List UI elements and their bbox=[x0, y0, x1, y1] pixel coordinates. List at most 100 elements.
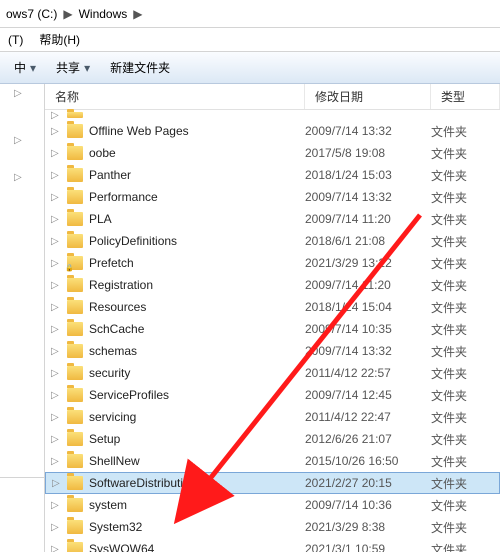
tree-expand-icon[interactable]: ▷ bbox=[51, 412, 59, 423]
file-type: 文件夹 bbox=[431, 255, 500, 272]
file-type: 文件夹 bbox=[431, 541, 500, 552]
table-row[interactable]: ▷oobe2017/5/8 19:08文件夹 bbox=[45, 142, 500, 164]
table-row[interactable]: ▷PLA2009/7/14 11:20文件夹 bbox=[45, 208, 500, 230]
tree-expand-icon[interactable]: ▷ bbox=[51, 390, 59, 401]
table-row[interactable]: ▷ PolicyDefinitions2018/6/1 21:08文件夹 bbox=[45, 230, 500, 252]
chevron-down-icon: ▾ bbox=[30, 61, 36, 75]
table-row[interactable]: ▷ bbox=[45, 110, 500, 120]
file-name: Resources bbox=[89, 300, 305, 314]
file-type: 文件夹 bbox=[431, 277, 500, 294]
menu-tools[interactable]: (T) bbox=[0, 33, 31, 47]
file-date: 2015/10/26 16:50 bbox=[305, 454, 431, 468]
file-name: PolicyDefinitions bbox=[89, 234, 305, 248]
tree-expand-icon[interactable]: ▷ bbox=[51, 544, 59, 552]
file-date: 2018/6/1 21:08 bbox=[305, 234, 431, 248]
table-row[interactable]: ▷ShellNew2015/10/26 16:50文件夹 bbox=[45, 450, 500, 472]
column-name[interactable]: 名称 bbox=[45, 84, 305, 109]
folder-icon bbox=[67, 168, 83, 182]
tree-expand-icon[interactable]: ▷ bbox=[0, 135, 44, 146]
file-type: 文件夹 bbox=[431, 233, 500, 250]
table-row[interactable]: ▷Registration2009/7/14 11:20文件夹 bbox=[45, 274, 500, 296]
file-date: 2011/4/12 22:57 bbox=[305, 366, 431, 380]
tree-expand-icon[interactable]: ▷ bbox=[51, 346, 59, 357]
table-row[interactable]: ▷ServiceProfiles2009/7/14 12:45文件夹 bbox=[45, 384, 500, 406]
tree-expand-icon[interactable]: ▷ bbox=[51, 368, 59, 379]
table-row[interactable]: ▷Prefetch2021/3/29 13:22文件夹 bbox=[45, 252, 500, 274]
folder-icon bbox=[67, 124, 83, 138]
toolbar-include[interactable]: 中▾ bbox=[4, 52, 46, 83]
breadcrumb-seg-drive[interactable]: ows7 (C:) bbox=[4, 7, 59, 21]
folder-icon bbox=[67, 388, 83, 402]
table-row[interactable]: ▷SchCache2009/7/14 10:35文件夹 bbox=[45, 318, 500, 340]
file-date: 2011/4/12 22:47 bbox=[305, 410, 431, 424]
table-row[interactable]: ▷Setup2012/6/26 21:07文件夹 bbox=[45, 428, 500, 450]
table-row[interactable]: ▷System322021/3/29 8:38文件夹 bbox=[45, 516, 500, 538]
table-row[interactable]: ▷system2009/7/14 10:36文件夹 bbox=[45, 494, 500, 516]
table-row[interactable]: ▷Resources2018/1/24 15:04文件夹 bbox=[45, 296, 500, 318]
toolbar: 中▾ 共享▾ 新建文件夹 bbox=[0, 52, 500, 84]
folder-icon bbox=[67, 344, 83, 358]
tree-expand-icon[interactable]: ▷ bbox=[52, 478, 60, 489]
file-type: 文件夹 bbox=[431, 189, 500, 206]
file-date: 2009/7/14 11:20 bbox=[305, 212, 431, 226]
file-name: Performance bbox=[89, 190, 305, 204]
chevron-right-icon[interactable]: ▶ bbox=[129, 7, 146, 21]
breadcrumb-seg-folder[interactable]: Windows bbox=[77, 7, 130, 21]
file-date: 2009/7/14 10:36 bbox=[305, 498, 431, 512]
file-list[interactable]: ▷▷Offline Web Pages2009/7/14 13:32文件夹▷oo… bbox=[45, 110, 500, 552]
tree-expand-icon[interactable]: ▷ bbox=[51, 280, 59, 291]
tree-expand-icon[interactable]: ▷ bbox=[51, 148, 59, 159]
chevron-right-icon[interactable]: ▶ bbox=[59, 7, 76, 21]
file-name: Panther bbox=[89, 168, 305, 182]
file-type: 文件夹 bbox=[431, 321, 500, 338]
file-date: 2021/3/1 10:59 bbox=[305, 542, 431, 552]
folder-icon bbox=[67, 300, 83, 314]
folder-icon bbox=[67, 112, 83, 118]
tree-expand-icon[interactable]: ▷ bbox=[51, 324, 59, 335]
tree-expand-icon[interactable]: ▷ bbox=[0, 172, 44, 183]
tree-expand-icon[interactable]: ▷ bbox=[51, 236, 59, 247]
tree-expand-icon[interactable]: ▷ bbox=[0, 88, 44, 99]
tree-pane[interactable]: ▷ ▷ ▷ bbox=[0, 84, 45, 552]
column-modified[interactable]: 修改日期 bbox=[305, 84, 431, 109]
table-row[interactable]: ▷SoftwareDistribution2021/2/27 20:15文件夹 bbox=[45, 472, 500, 494]
tree-expand-icon[interactable]: ▷ bbox=[51, 126, 59, 137]
table-row[interactable]: ▷schemas2009/7/14 13:32文件夹 bbox=[45, 340, 500, 362]
table-row[interactable]: ▷servicing2011/4/12 22:47文件夹 bbox=[45, 406, 500, 428]
table-row[interactable]: ▷SysWOW642021/3/1 10:59文件夹 bbox=[45, 538, 500, 552]
tree-expand-icon[interactable]: ▷ bbox=[51, 192, 59, 203]
column-type[interactable]: 类型 bbox=[431, 84, 500, 109]
table-row[interactable]: ▷Offline Web Pages2009/7/14 13:32文件夹 bbox=[45, 120, 500, 142]
folder-icon bbox=[67, 146, 83, 160]
file-name: Offline Web Pages bbox=[89, 124, 305, 138]
menu-help[interactable]: 帮助(H) bbox=[31, 31, 88, 48]
folder-icon bbox=[67, 410, 83, 424]
file-name: PLA bbox=[89, 212, 305, 226]
tree-expand-icon[interactable]: ▷ bbox=[51, 522, 59, 533]
folder-icon bbox=[67, 498, 83, 512]
tree-expand-icon[interactable]: ▷ bbox=[51, 456, 59, 467]
tree-expand-icon[interactable]: ▷ bbox=[51, 110, 59, 121]
folder-icon bbox=[67, 520, 83, 534]
file-date: 2009/7/14 13:32 bbox=[305, 344, 431, 358]
table-row[interactable]: ▷security2011/4/12 22:57文件夹 bbox=[45, 362, 500, 384]
table-row[interactable]: ▷Performance2009/7/14 13:32文件夹 bbox=[45, 186, 500, 208]
breadcrumb[interactable]: ows7 (C:) ▶ Windows ▶ bbox=[0, 0, 500, 28]
file-name: ShellNew bbox=[89, 454, 305, 468]
file-name: SoftwareDistribution bbox=[89, 476, 305, 490]
tree-expand-icon[interactable]: ▷ bbox=[51, 434, 59, 445]
file-list-pane: 名称 修改日期 类型 ▷▷Offline Web Pages2009/7/14 … bbox=[45, 84, 500, 552]
file-date: 2009/7/14 12:45 bbox=[305, 388, 431, 402]
file-name: servicing bbox=[89, 410, 305, 424]
tree-expand-icon[interactable]: ▷ bbox=[51, 500, 59, 511]
file-date: 2009/7/14 13:32 bbox=[305, 124, 431, 138]
tree-expand-icon[interactable]: ▷ bbox=[51, 214, 59, 225]
file-type: 文件夹 bbox=[431, 497, 500, 514]
tree-expand-icon[interactable]: ▷ bbox=[51, 170, 59, 181]
tree-expand-icon[interactable]: ▷ bbox=[51, 258, 59, 269]
toolbar-new-folder[interactable]: 新建文件夹 bbox=[100, 52, 180, 83]
tree-expand-icon[interactable]: ▷ bbox=[51, 302, 59, 313]
toolbar-share[interactable]: 共享▾ bbox=[46, 52, 100, 83]
folder-icon bbox=[67, 476, 83, 490]
table-row[interactable]: ▷Panther2018/1/24 15:03文件夹 bbox=[45, 164, 500, 186]
